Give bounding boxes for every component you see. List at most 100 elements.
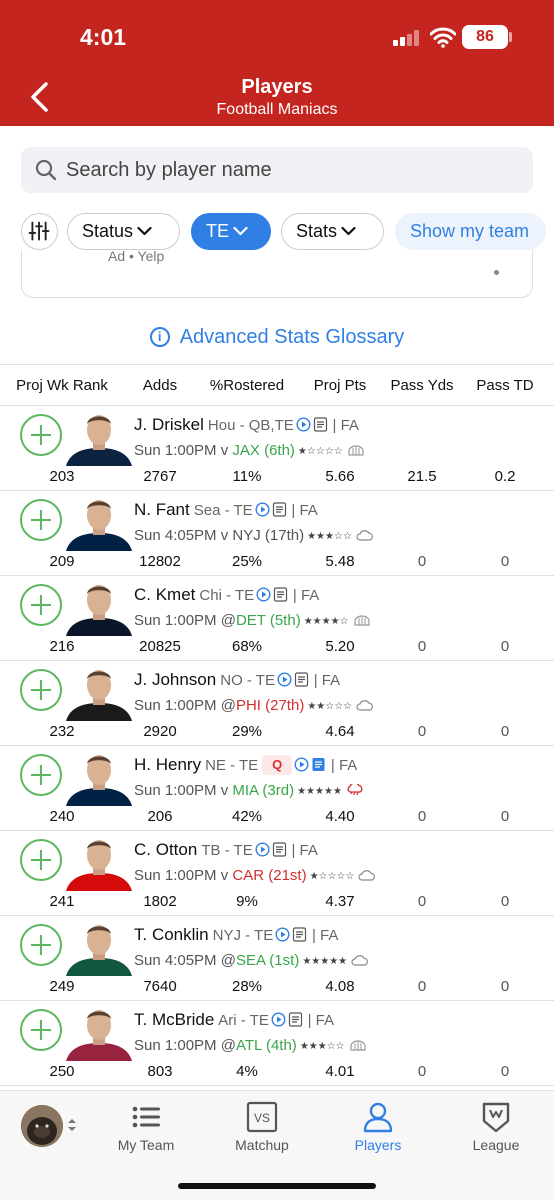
status-filter[interactable]: Status (67, 213, 180, 250)
player-row[interactable]: C. Kmet Chi - TE | FA Sun 1:00PM @DET (5th… (0, 576, 554, 661)
player-headshot[interactable] (64, 580, 134, 636)
player-name[interactable]: C. Otton (134, 840, 197, 859)
play-video-icon[interactable] (255, 502, 270, 517)
player-name[interactable]: J. Driskel (134, 415, 204, 434)
player-note-icon[interactable] (311, 757, 326, 772)
player-headshot[interactable] (64, 835, 134, 891)
team-avatar[interactable] (21, 1105, 63, 1147)
status-filter-label: Status (82, 221, 134, 241)
player-note-icon[interactable] (288, 1012, 303, 1027)
game-time: Sun 1:00PM v (134, 867, 233, 884)
search-bar[interactable] (21, 147, 533, 193)
search-input[interactable] (66, 147, 521, 193)
stat-pass-td: 0 (500, 893, 510, 910)
player-name[interactable]: C. Kmet (134, 585, 195, 604)
stat-proj-wk-rank: 241 (49, 893, 75, 910)
add-player-button[interactable] (20, 1009, 62, 1051)
player-name[interactable]: T. McBride (134, 1010, 214, 1029)
add-player-button[interactable] (20, 839, 62, 881)
stat-pass-td: 0 (500, 638, 510, 655)
player-team-position: Ari - TE (218, 1012, 269, 1029)
cloud-icon (358, 870, 376, 881)
player-name[interactable]: J. Johnson (134, 670, 216, 689)
page-title: Players (241, 76, 313, 98)
stats-filter[interactable]: Stats (281, 213, 384, 250)
nav-matchup[interactable]: VS Matchup (212, 1101, 312, 1161)
player-headshot[interactable] (64, 410, 134, 466)
player-row[interactable]: C. Otton TB - TE | FA Sun 1:00PM v CAR (21… (0, 831, 554, 916)
player-row[interactable]: J. Driskel Hou - QB,TE | FA Sun 1:00PM v J… (0, 406, 554, 491)
play-video-icon[interactable] (296, 417, 311, 432)
player-note-icon[interactable] (273, 587, 288, 602)
col-adds[interactable]: Adds (143, 377, 177, 394)
col-pass-yds[interactable]: Pass Yds (390, 377, 453, 394)
play-video-icon[interactable] (275, 927, 290, 942)
stat-rostered: 29% (231, 723, 263, 740)
col-rostered[interactable]: %Rostered (210, 377, 284, 394)
nav-league[interactable]: League (446, 1101, 546, 1161)
glossary-label: Advanced Stats Glossary (179, 326, 405, 348)
stat-proj-wk-rank: 232 (49, 723, 75, 740)
show-my-team-button[interactable]: Show my team (395, 213, 546, 250)
game-info-line: Sun 1:00PM v JAX (6th) ★☆☆☆☆ (134, 442, 365, 460)
player-note-icon[interactable] (272, 502, 287, 517)
player-note-icon[interactable] (272, 842, 287, 857)
player-availability: | FA (330, 757, 358, 774)
stat-proj-pts: 4.01 (325, 1063, 355, 1080)
player-row[interactable]: H. Henry NE - TE Q | FA Sun 1:00PM v MIA (3… (0, 746, 554, 831)
matchup-rating-stars: ★★★★★ (302, 956, 348, 967)
player-row[interactable]: N. Fant Sea - TE | FA Sun 4:05PM v NYJ (17… (0, 491, 554, 576)
player-info-line: T. Conklin NYJ - TE | FA (134, 925, 338, 947)
player-row[interactable]: T. McBride Ari - TE | FA Sun 1:00PM @ATL (… (0, 1001, 554, 1086)
person-icon (363, 1102, 393, 1133)
game-time: Sun 4:05PM @ (134, 952, 236, 969)
col-proj-wk-rank[interactable]: Proj Wk Rank (16, 377, 108, 394)
play-video-icon[interactable] (294, 757, 309, 772)
position-filter[interactable]: TE (191, 213, 271, 250)
nav-league-label: League (472, 1137, 520, 1153)
app-header: 4:01 86 Players Football Maniacs (0, 0, 554, 126)
col-proj-pts[interactable]: Proj Pts (314, 377, 367, 394)
filter-settings-button[interactable] (21, 213, 58, 250)
game-info-line: Sun 1:00PM @ATL (4th) ★★★☆☆ (134, 1037, 367, 1055)
ad-card[interactable]: Ad • Yelp (21, 250, 533, 298)
stat-pass-yds: 0 (417, 893, 427, 910)
svg-text:VS: VS (254, 1111, 270, 1125)
player-team-position: Sea - TE (193, 502, 253, 519)
matchup-rating-stars: ★★★★★ (297, 786, 342, 797)
player-note-icon[interactable] (292, 927, 307, 942)
add-player-button[interactable] (20, 754, 62, 796)
player-headshot[interactable] (64, 1005, 134, 1061)
league-name: Football Maniacs (216, 101, 338, 118)
add-player-button[interactable] (20, 414, 62, 456)
battery-tip (509, 32, 512, 42)
stat-proj-wk-rank: 249 (49, 978, 75, 995)
player-name[interactable]: T. Conklin (134, 925, 209, 944)
add-player-button[interactable] (20, 584, 62, 626)
player-headshot[interactable] (64, 495, 134, 551)
player-note-icon[interactable] (294, 672, 309, 687)
play-video-icon[interactable] (256, 587, 271, 602)
play-video-icon[interactable] (277, 672, 292, 687)
cloud-icon (356, 700, 374, 711)
team-switch-icon[interactable] (67, 1117, 77, 1133)
player-row[interactable]: T. Conklin NYJ - TE | FA Sun 4:05PM @SEA (… (0, 916, 554, 1001)
add-player-button[interactable] (20, 499, 62, 541)
col-pass-td[interactable]: Pass TD (476, 377, 533, 394)
advanced-stats-glossary-link[interactable]: i Advanced Stats Glossary (0, 326, 554, 356)
player-name[interactable]: H. Henry (134, 755, 201, 774)
nav-my-team[interactable]: My Team (96, 1101, 196, 1161)
nav-players[interactable]: Players (328, 1101, 428, 1161)
player-headshot[interactable] (64, 920, 134, 976)
player-headshot[interactable] (64, 750, 134, 806)
player-row[interactable]: J. Johnson NO - TE | FA Sun 1:00PM @PHI (2… (0, 661, 554, 746)
player-name[interactable]: N. Fant (134, 500, 190, 519)
game-info-line: Sun 1:00PM @DET (5th) ★★★★☆ (134, 612, 371, 630)
add-player-button[interactable] (20, 669, 62, 711)
play-video-icon[interactable] (255, 842, 270, 857)
game-time: Sun 4:05PM v (134, 527, 233, 544)
play-video-icon[interactable] (271, 1012, 286, 1027)
player-headshot[interactable] (64, 665, 134, 721)
player-note-icon[interactable] (313, 417, 328, 432)
add-player-button[interactable] (20, 924, 62, 966)
